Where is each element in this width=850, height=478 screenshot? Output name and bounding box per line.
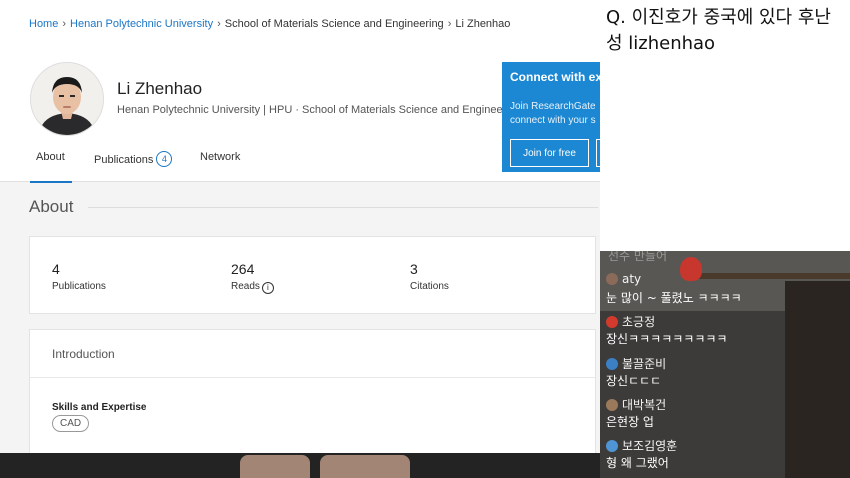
stats-card: 4 Publications 264 Reads i 3 Citations bbox=[29, 236, 596, 314]
breadcrumb-current: Li Zhenhao bbox=[455, 18, 511, 30]
stat-reads: 264 Reads i bbox=[231, 261, 274, 294]
chat-message: aty 눈 많이 ~ 풀렸노 ㅋㅋㅋㅋ bbox=[606, 272, 846, 306]
skills-title: Skills and Expertise bbox=[52, 402, 147, 413]
chat-text: 눈 많이 ~ 풀렸노 ㅋㅋㅋㅋ bbox=[606, 291, 742, 305]
tab-network[interactable]: Network bbox=[200, 151, 240, 181]
stat-publications-value: 4 bbox=[52, 261, 60, 277]
connect-promo: Connect with ex Join ResearchGate connec… bbox=[502, 62, 600, 172]
info-icon[interactable]: i bbox=[261, 282, 274, 294]
connect-description: Join ResearchGate connect with your s bbox=[510, 100, 596, 128]
tab-publications-label: Publications bbox=[94, 154, 154, 166]
researchgate-page: Home › Henan Polytechnic University › School… bbox=[0, 0, 600, 453]
chat-username-row: 불끌준비 bbox=[606, 355, 846, 372]
chat-username: aty bbox=[622, 272, 642, 286]
stat-publications[interactable]: 4 Publications bbox=[52, 261, 106, 292]
chat-username: 보조김영훈 bbox=[622, 439, 678, 453]
breadcrumb-university-link[interactable]: Henan Polytechnic University bbox=[70, 18, 213, 30]
chat-message: 대박복건 은현장 업 bbox=[606, 396, 846, 430]
chevron-right-icon: › bbox=[62, 18, 67, 30]
user-avatar-icon bbox=[606, 358, 618, 370]
webcam-hand bbox=[240, 455, 310, 478]
stat-publications-label: Publications bbox=[52, 281, 106, 292]
chat-username: 대박복건 bbox=[622, 398, 667, 412]
stat-citations-value: 3 bbox=[410, 261, 418, 277]
stat-reads-label-row: Reads i bbox=[231, 281, 274, 294]
chat-username: 불끌준비 bbox=[622, 357, 667, 371]
connect-title: Connect with ex bbox=[510, 70, 600, 84]
breadcrumb: Home › Henan Polytechnic University › School… bbox=[29, 18, 510, 30]
chat-text: 은현장 업 bbox=[606, 415, 654, 429]
profile-name: Li Zhenhao bbox=[117, 79, 203, 98]
breadcrumb-home-link[interactable]: Home bbox=[29, 18, 58, 30]
webcam-hand bbox=[320, 455, 410, 478]
chat-faded-message: 선수 만들어 bbox=[608, 251, 668, 263]
join-for-free-button[interactable]: Join for free bbox=[510, 139, 589, 167]
chat-username-row: 보조김영훈 bbox=[606, 437, 846, 454]
question-overlay: Q. 이진호가 중국에 있다 후난성 lizhenhao bbox=[600, 0, 850, 251]
stat-citations-label: Citations bbox=[410, 281, 449, 292]
profile-affiliation[interactable]: Henan Polytechnic University | HPU · Sch… bbox=[117, 104, 521, 116]
breadcrumb-department-link[interactable]: School of Materials Science and Engineer… bbox=[225, 18, 444, 30]
chat-text: 장신ㅋㅋㅋㅋㅋㅋㅋㅋㅋ bbox=[606, 332, 728, 346]
profile-avatar[interactable] bbox=[30, 62, 104, 136]
chat-message: 보조김영훈 형 왜 그랬어 bbox=[606, 437, 846, 471]
connect-line-2: connect with your s bbox=[510, 115, 596, 126]
stat-reads-value: 264 bbox=[231, 261, 255, 277]
introduction-card: Introduction Skills and Expertise CAD bbox=[29, 329, 596, 453]
tab-publications[interactable]: Publications 4 bbox=[94, 151, 173, 181]
skill-tag-cad[interactable]: CAD bbox=[52, 415, 90, 432]
chat-username: 초긍정 bbox=[622, 315, 656, 329]
tab-about[interactable]: About bbox=[30, 151, 72, 183]
chat-message: 초긍정 장신ㅋㅋㅋㅋㅋㅋㅋㅋㅋ bbox=[606, 313, 846, 347]
introduction-divider bbox=[30, 377, 595, 378]
chat-username-row: aty bbox=[606, 272, 846, 289]
chevron-right-icon: › bbox=[447, 18, 452, 30]
user-avatar-icon bbox=[606, 273, 618, 285]
about-section-title: About bbox=[29, 197, 74, 216]
user-avatar-icon bbox=[606, 440, 618, 452]
tab-about-label: About bbox=[36, 151, 65, 163]
stat-reads-label: Reads bbox=[231, 281, 260, 292]
introduction-label: Introduction bbox=[52, 347, 115, 361]
chat-username-row: 대박복건 bbox=[606, 396, 846, 413]
chat-username-row: 초긍정 bbox=[606, 313, 846, 330]
user-avatar-icon bbox=[606, 399, 618, 411]
chat-overlay: 선수 만들어 aty 눈 많이 ~ 풀렸노 ㅋㅋㅋㅋ 초긍정 장신ㅋㅋㅋㅋㅋㅋㅋ… bbox=[600, 251, 850, 478]
user-avatar-icon bbox=[606, 316, 618, 328]
about-divider bbox=[88, 207, 598, 208]
stat-citations[interactable]: 3 Citations bbox=[410, 261, 449, 292]
chevron-right-icon: › bbox=[217, 18, 221, 30]
connect-line-1: Join ResearchGate bbox=[510, 101, 596, 112]
question-text: Q. 이진호가 중국에 있다 후난성 lizhenhao bbox=[606, 7, 831, 54]
chat-message: 불끌준비 장신ㄷㄷㄷ bbox=[606, 355, 846, 389]
chat-text: 장신ㄷㄷㄷ bbox=[606, 374, 662, 388]
person-photo-icon bbox=[31, 63, 103, 135]
tab-network-label: Network bbox=[200, 151, 241, 163]
publications-count-badge: 4 bbox=[156, 151, 173, 167]
chat-text: 형 왜 그랬어 bbox=[606, 456, 669, 470]
profile-header: Home › Henan Polytechnic University › School… bbox=[0, 0, 600, 183]
